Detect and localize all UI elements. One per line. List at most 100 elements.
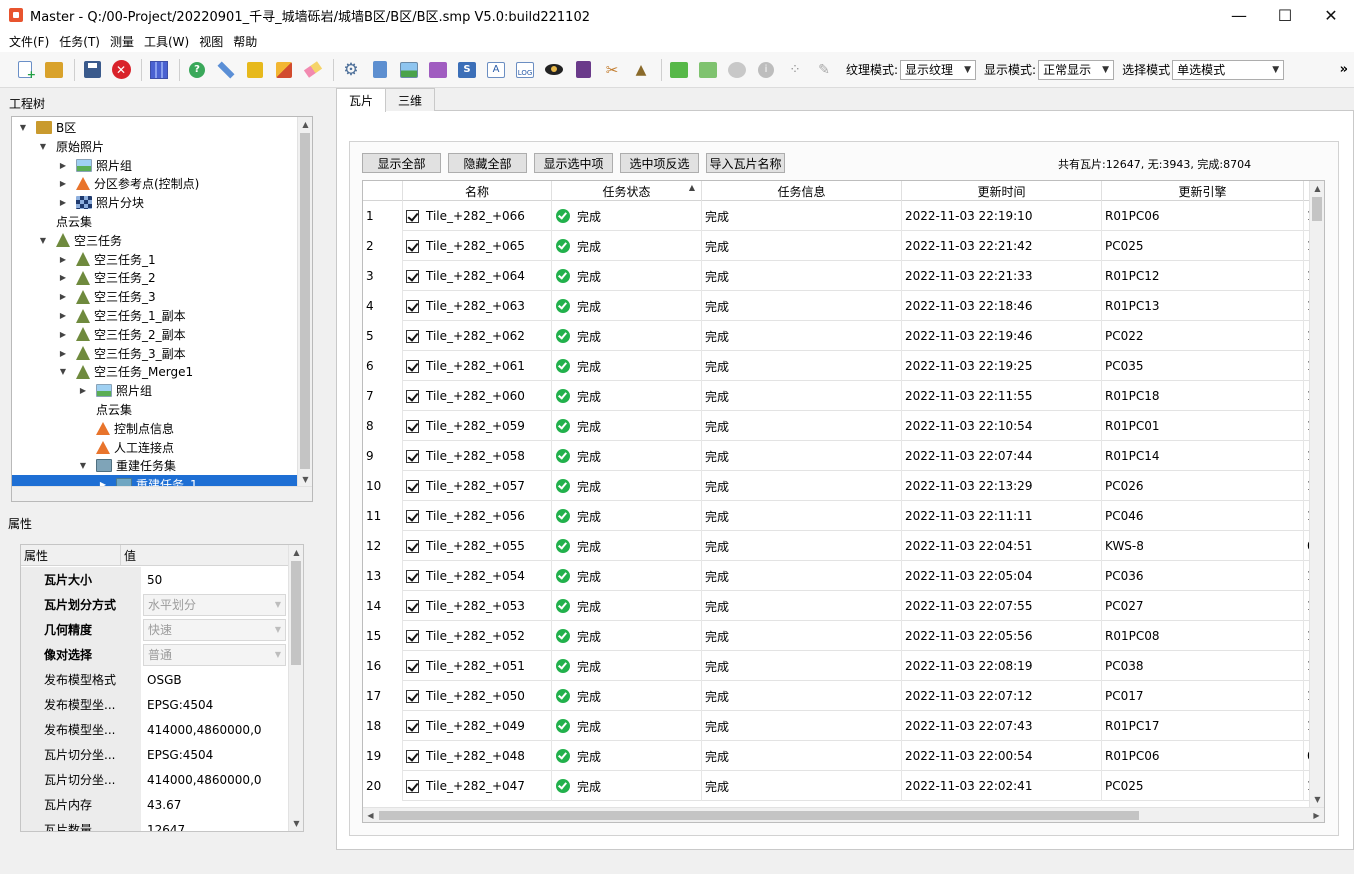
invert-selection-button[interactable]: 选中项反选 (620, 153, 699, 173)
visibility-checkbox[interactable] (406, 329, 419, 343)
table-row[interactable]: 19 Tile_+282_+048 完成 完成 2022-11-03 22:00:54 R… (363, 741, 1314, 771)
mountain-icon[interactable]: ▲ (630, 59, 652, 81)
tab-3d[interactable]: 三维 (385, 88, 436, 111)
table-horizontal-scrollbar[interactable]: ◀ ▶ (363, 807, 1324, 822)
toolbar-overflow-button[interactable]: » (1340, 62, 1348, 77)
visibility-checkbox[interactable] (406, 599, 419, 613)
table-vertical-scrollbar[interactable]: ▲ ▼ (1309, 181, 1324, 807)
photo-group-icon[interactable] (427, 59, 449, 81)
scroll-left-icon[interactable]: ◀ (363, 808, 378, 822)
column-header-status[interactable]: 任务状态 ▲ (552, 181, 702, 201)
collapse-arrow-icon[interactable]: ▶ (58, 161, 68, 170)
tile-name-cell[interactable]: Tile_+282_+055 (403, 531, 552, 561)
property-value[interactable]: 414000,4860000,0 (141, 773, 289, 787)
visibility-checkbox[interactable] (406, 239, 419, 253)
properties-vertical-scrollbar[interactable]: ▲ ▼ (288, 545, 303, 831)
visibility-checkbox[interactable] (406, 749, 419, 763)
minimize-button[interactable]: — (1216, 0, 1262, 30)
help-icon[interactable]: ? (186, 59, 208, 81)
property-value-select[interactable]: 快速 ▼ (143, 618, 286, 641)
tree-vertical-scrollbar[interactable]: ▲ ▼ (297, 117, 312, 487)
tile-name-cell[interactable]: Tile_+282_+051 (403, 651, 552, 681)
tree-item[interactable]: ▶ 分区参考点(控制点) (12, 174, 298, 193)
tab-tiles[interactable]: 瓦片 (336, 88, 387, 112)
tree-item[interactable]: ▶ 空三任务_2_副本 (12, 325, 298, 344)
scroll-down-icon[interactable]: ▼ (289, 816, 303, 831)
tile-name-cell[interactable]: Tile_+282_+058 (403, 441, 552, 471)
expand-arrow-icon[interactable]: ▼ (18, 123, 28, 132)
visibility-checkbox[interactable] (406, 719, 419, 733)
tile-name-cell[interactable]: Tile_+282_+048 (403, 741, 552, 771)
tile-name-cell[interactable]: Tile_+282_+054 (403, 561, 552, 591)
tile-name-cell[interactable]: Tile_+282_+053 (403, 591, 552, 621)
property-value-select[interactable]: 水平划分 ▼ (143, 593, 286, 616)
property-value[interactable]: 12647 (141, 823, 289, 832)
camera-check-icon[interactable] (697, 59, 719, 81)
table-row[interactable]: 9 Tile_+282_+058 完成 完成 2022-11-03 22:07:44 R0… (363, 441, 1314, 471)
collapse-arrow-icon[interactable]: ▶ (58, 179, 68, 188)
table-row[interactable]: 17 Tile_+282_+050 完成 完成 2022-11-03 22:07:12 P… (363, 681, 1314, 711)
collapse-arrow-icon[interactable]: ▶ (58, 311, 68, 320)
tile-name-cell[interactable]: Tile_+282_+047 (403, 771, 552, 801)
tree-item[interactable]: ▶ 照片组 (12, 381, 298, 400)
visibility-checkbox[interactable] (406, 479, 419, 493)
tree-horizontal-scrollbar[interactable] (12, 486, 312, 501)
scroll-up-icon[interactable]: ▲ (289, 545, 303, 560)
tree-item[interactable]: ▶ 照片组 (12, 156, 298, 175)
volume-measure-icon[interactable] (273, 59, 295, 81)
menu-file[interactable]: 文件(F) (4, 33, 54, 50)
tile-name-cell[interactable]: Tile_+282_+063 (403, 291, 552, 321)
distributed-icon[interactable] (369, 59, 391, 81)
tree-item[interactable]: ▼ 原始照片 (12, 137, 298, 156)
info-icon[interactable]: i (755, 59, 777, 81)
close-window-button[interactable]: ✕ (1308, 0, 1354, 30)
tie-point-icon[interactable]: ✂ (601, 59, 623, 81)
visibility-checkbox[interactable] (406, 359, 419, 373)
tree-item[interactable]: ▶ 空三任务_1 (12, 250, 298, 269)
tree-item[interactable]: 点云集 (12, 400, 298, 419)
collapse-arrow-icon[interactable]: ▶ (58, 198, 68, 207)
texture-mode-select[interactable]: 显示纹理 ▼ (900, 59, 977, 80)
brush-icon[interactable]: ✎ (813, 59, 835, 81)
property-value[interactable]: 43.67 (141, 798, 289, 812)
import-tile-names-button[interactable]: 导入瓦片名称 (706, 153, 785, 173)
property-value[interactable]: EPSG:4504 (141, 748, 289, 762)
table-row[interactable]: 16 Tile_+282_+051 完成 完成 2022-11-03 22:08:19 P… (363, 651, 1314, 681)
tile-name-cell[interactable]: Tile_+282_+052 (403, 621, 552, 651)
tile-name-cell[interactable]: Tile_+282_+059 (403, 411, 552, 441)
table-row[interactable]: 4 Tile_+282_+063 完成 完成 2022-11-03 22:18:46 R0… (363, 291, 1314, 321)
visibility-checkbox[interactable] (406, 629, 419, 643)
tree-item[interactable]: ▶ 空三任务_3 (12, 287, 298, 306)
column-header-engine[interactable]: 更新引擎 (1102, 181, 1304, 201)
scroll-thumb[interactable] (300, 133, 310, 469)
menu-view[interactable]: 视图 (194, 33, 228, 50)
tree-item[interactable]: 点云集 (12, 212, 298, 231)
table-row[interactable]: 6 Tile_+282_+061 完成 完成 2022-11-03 22:19:25 PC… (363, 351, 1314, 381)
maximize-button[interactable]: ☐ (1262, 0, 1308, 30)
table-row[interactable]: 5 Tile_+282_+062 完成 完成 2022-11-03 22:19:46 PC… (363, 321, 1314, 351)
table-row[interactable]: 8 Tile_+282_+059 完成 完成 2022-11-03 22:10:54 R0… (363, 411, 1314, 441)
tree-item[interactable]: ▶ 照片分块 (12, 193, 298, 212)
scroll-down-icon[interactable]: ▼ (298, 472, 312, 487)
visibility-checkbox[interactable] (406, 419, 419, 433)
tree-item[interactable]: 人工连接点 (12, 438, 298, 457)
shield-icon[interactable] (726, 59, 748, 81)
table-row[interactable]: 2 Tile_+282_+065 完成 完成 2022-11-03 22:21:42 PC… (363, 231, 1314, 261)
script-icon[interactable]: S (456, 59, 478, 81)
collapse-arrow-icon[interactable]: ▶ (58, 292, 68, 301)
table-row[interactable]: 13 Tile_+282_+054 完成 完成 2022-11-03 22:05:04 P… (363, 561, 1314, 591)
tile-name-cell[interactable]: Tile_+282_+066 (403, 201, 552, 231)
tile-name-cell[interactable]: Tile_+282_+064 (403, 261, 552, 291)
column-header-info[interactable]: 任务信息 (702, 181, 902, 201)
points-icon[interactable]: ⁘ (784, 59, 806, 81)
scroll-right-icon[interactable]: ▶ (1309, 808, 1324, 822)
area-measure-icon[interactable] (244, 59, 266, 81)
display-mode-select[interactable]: 正常显示 ▼ (1038, 59, 1115, 80)
column-header-name[interactable]: 名称 (403, 181, 552, 201)
visibility-checkbox[interactable] (406, 539, 419, 553)
tree-item[interactable]: 控制点信息 (12, 419, 298, 438)
scroll-up-icon[interactable]: ▲ (1310, 181, 1324, 196)
expand-arrow-icon[interactable]: ▼ (38, 142, 48, 151)
collapse-arrow-icon[interactable]: ▶ (58, 255, 68, 264)
tile-name-cell[interactable]: Tile_+282_+060 (403, 381, 552, 411)
